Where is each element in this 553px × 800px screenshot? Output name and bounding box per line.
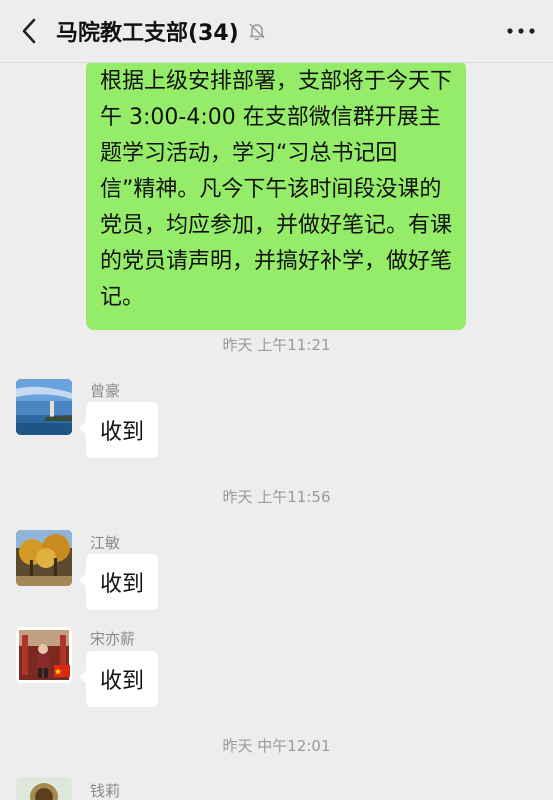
- chat-title: 马院教工支部(34): [56, 21, 239, 46]
- avatar[interactable]: [16, 379, 72, 435]
- sender-name: 钱莉: [90, 782, 121, 800]
- ellipsis-icon: [507, 28, 535, 34]
- avatar[interactable]: [16, 530, 72, 586]
- message-bubble[interactable]: 收到: [78, 651, 159, 707]
- bell-off-icon: [247, 21, 267, 41]
- message-list[interactable]: 根据上级安排部署，支部将于今天下午 3:00-4:00 在支部微信群开展主题学习…: [0, 62, 553, 800]
- my-message-bubble[interactable]: 根据上级安排部署，支部将于今天下午 3:00-4:00 在支部微信群开展主题学习…: [86, 62, 466, 330]
- timestamp: 昨天 上午11:21: [222, 336, 331, 354]
- sender-name: 宋亦薪: [90, 630, 136, 648]
- chat-header: 马院教工支部(34): [0, 0, 553, 63]
- timestamp: 昨天 中午12:01: [222, 737, 331, 755]
- sender-name: 曾豪: [90, 382, 121, 400]
- more-button[interactable]: [505, 18, 537, 44]
- message-bubble[interactable]: 收到: [78, 554, 159, 610]
- sender-name: 江敏: [90, 534, 121, 552]
- chevron-left-icon: [22, 18, 36, 44]
- avatar[interactable]: [16, 777, 72, 800]
- message-bubble[interactable]: 收到: [78, 402, 159, 458]
- avatar[interactable]: [16, 627, 72, 683]
- title-area: 马院教工支部(34): [56, 14, 267, 48]
- timestamp: 昨天 上午11:56: [222, 488, 331, 506]
- back-button[interactable]: [14, 16, 44, 46]
